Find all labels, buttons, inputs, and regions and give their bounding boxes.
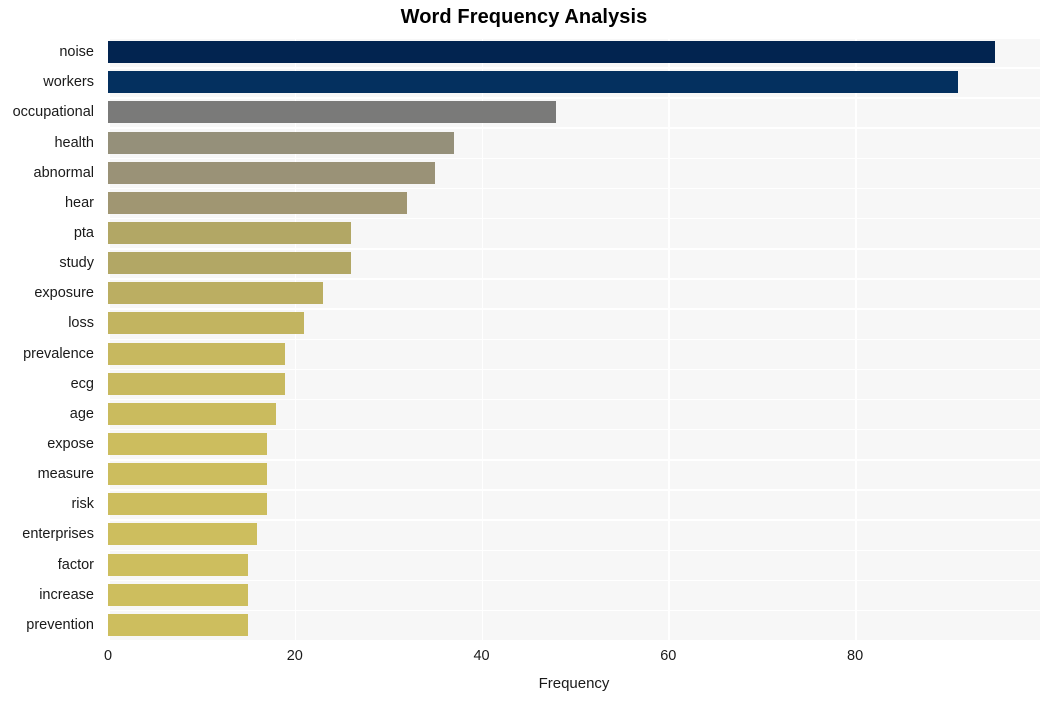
- bar: [108, 191, 407, 214]
- word-frequency-chart: Word Frequency Analysis noise workers occu…: [0, 0, 1048, 701]
- bar: [108, 402, 277, 425]
- bar: [108, 131, 454, 154]
- bar: [108, 463, 267, 486]
- bar: [108, 312, 305, 335]
- y-axis-tick-label: loss: [68, 315, 94, 332]
- horizontal-gridline: [108, 640, 1040, 642]
- y-axis-tick-label: prevalence: [23, 345, 94, 362]
- y-axis-tick-label: enterprises: [22, 526, 94, 543]
- y-axis-tick-label: abnormal: [33, 164, 94, 181]
- x-axis-tick-label: 60: [660, 648, 677, 664]
- x-axis-title: Frequency: [538, 675, 610, 692]
- y-axis-tick-label: study: [59, 255, 94, 272]
- y-axis-tick-label: health: [54, 134, 94, 151]
- bar: [108, 282, 323, 305]
- y-axis-tick-labels: noise workers occupational health abnormal he…: [0, 37, 101, 640]
- y-axis-tick-label: noise: [59, 44, 94, 61]
- y-axis-tick-label: measure: [37, 466, 94, 483]
- chart-title: Word Frequency Analysis: [400, 6, 648, 28]
- x-axis-tick-labels: 0 20 40 60 80: [104, 648, 1040, 670]
- x-axis-tick-label: 80: [847, 648, 864, 664]
- y-axis-tick-label: workers: [43, 74, 94, 91]
- y-axis-tick-label: risk: [71, 496, 94, 513]
- bars-layer: [108, 37, 1040, 640]
- y-axis-tick-label: factor: [57, 556, 94, 573]
- y-axis-tick-label: pta: [73, 224, 94, 241]
- bar: [108, 252, 351, 275]
- bar: [108, 221, 351, 244]
- bar: [108, 41, 996, 64]
- bar: [108, 583, 249, 606]
- plot-area: [108, 37, 1040, 642]
- y-axis-tick-label: age: [69, 405, 94, 422]
- bar: [108, 342, 286, 365]
- y-axis-tick-label: ecg: [70, 375, 94, 392]
- bar: [108, 433, 267, 456]
- bar: [108, 71, 958, 94]
- y-axis-tick-label: expose: [47, 436, 94, 453]
- bar: [108, 523, 258, 546]
- y-axis-tick-label: hear: [64, 194, 94, 211]
- bar: [108, 101, 557, 124]
- bar: [108, 372, 286, 395]
- x-axis-tick-label: 0: [103, 648, 113, 664]
- y-axis-tick-label: increase: [39, 586, 94, 603]
- bar: [108, 613, 249, 636]
- x-axis-tick-label: 20: [286, 648, 303, 664]
- y-axis-tick-label: prevention: [26, 616, 94, 633]
- bar: [108, 553, 249, 576]
- x-axis-tick-label: 40: [473, 648, 490, 664]
- y-axis-tick-label: exposure: [34, 285, 94, 302]
- bar: [108, 493, 267, 516]
- bar: [108, 161, 435, 184]
- y-axis-tick-label: occupational: [12, 104, 94, 121]
